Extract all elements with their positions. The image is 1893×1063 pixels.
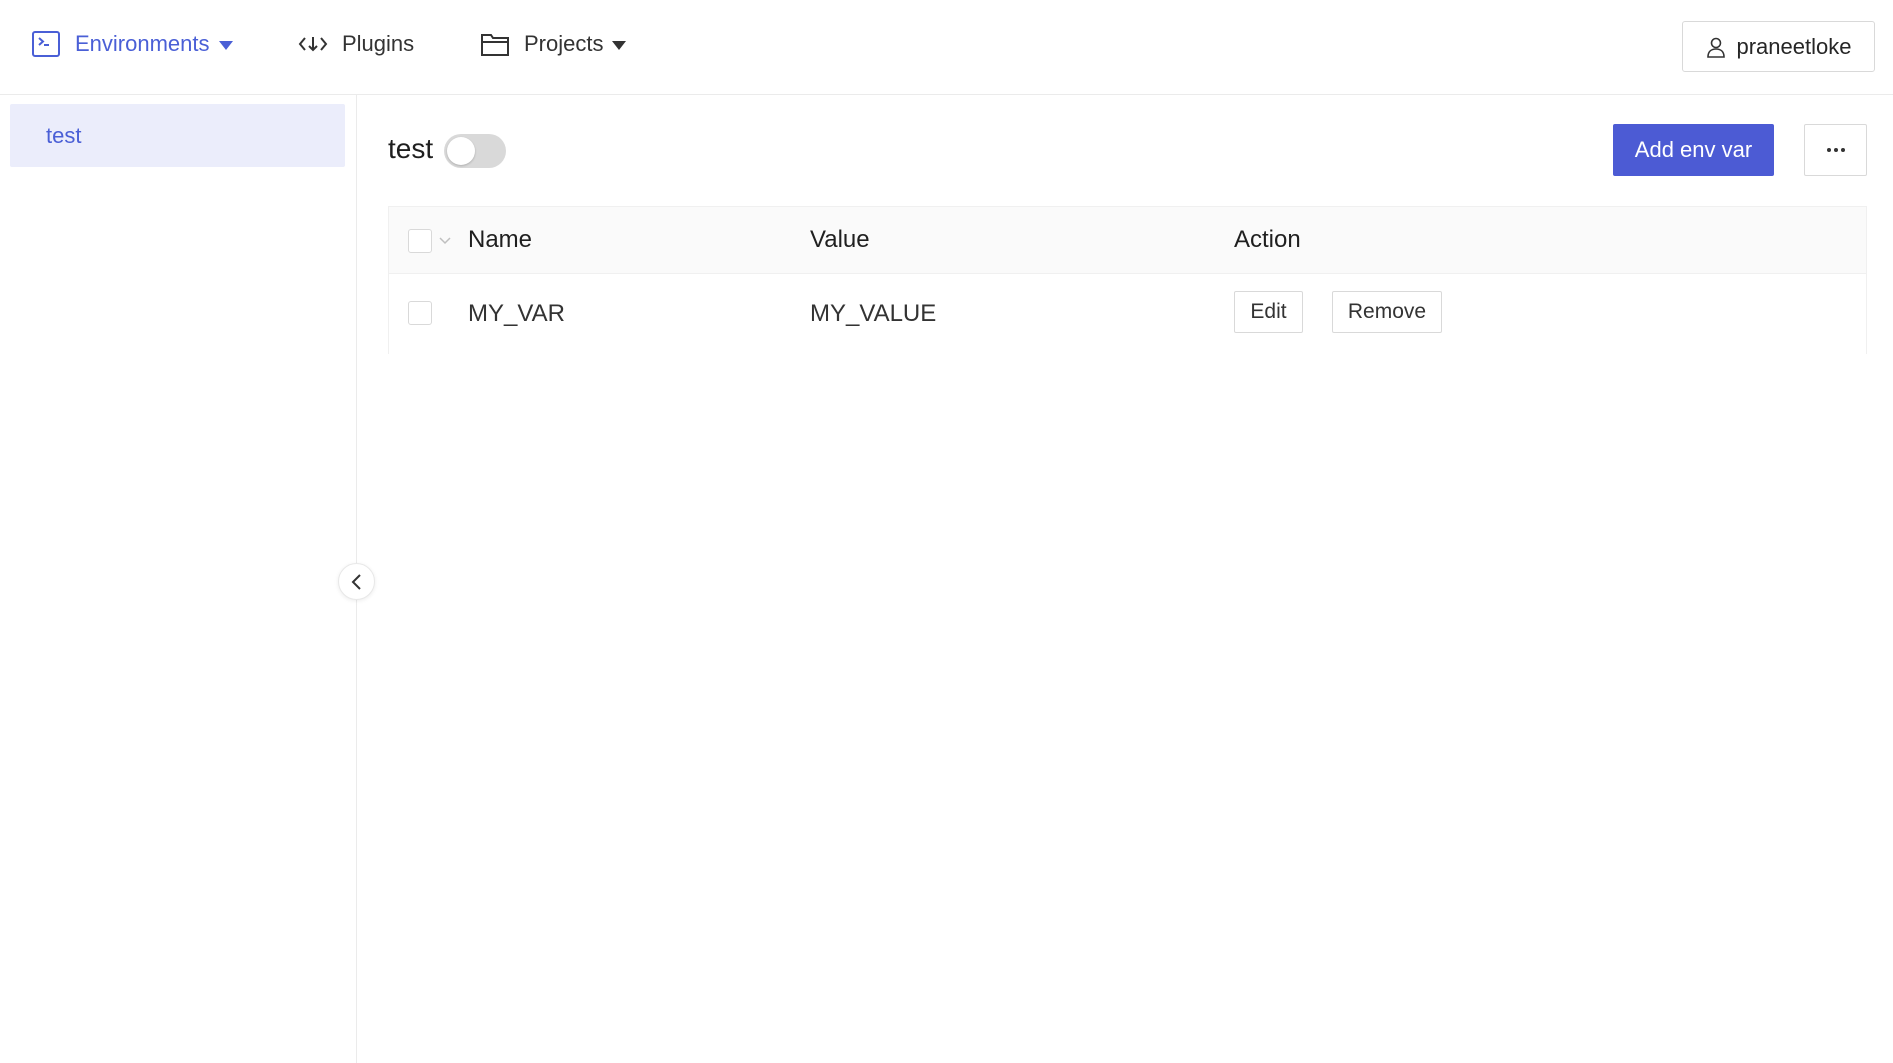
- environment-sidebar: test: [0, 95, 357, 1063]
- nav-plugins-label: Plugins: [342, 31, 415, 56]
- more-options-button[interactable]: [1804, 124, 1867, 176]
- username: praneetloke: [1736, 33, 1852, 59]
- remove-button[interactable]: Remove: [1332, 291, 1442, 333]
- terminal-icon: [31, 29, 61, 59]
- env-var-name: MY_VAR: [468, 300, 565, 327]
- nav-environments-label: Environments: [75, 31, 210, 56]
- sidebar-item-label: test: [46, 122, 82, 148]
- chevron-down-icon[interactable]: [439, 237, 451, 245]
- environment-title: test: [388, 133, 434, 164]
- user-menu-button[interactable]: praneetloke: [1682, 21, 1875, 72]
- environment-toggle[interactable]: [444, 134, 506, 168]
- table-row: MY_VAR MY_VALUE Edit Remove: [389, 274, 1866, 354]
- sidebar-item-test[interactable]: test: [10, 104, 345, 167]
- add-env-var-button[interactable]: Add env var: [1613, 124, 1774, 176]
- nav-environments[interactable]: Environments: [31, 26, 233, 62]
- collapse-sidebar-button[interactable]: [338, 563, 375, 600]
- edit-button[interactable]: Edit: [1234, 291, 1303, 333]
- column-header-name: Name: [468, 226, 533, 253]
- folder-icon: [480, 31, 510, 57]
- chevron-down-icon: [612, 41, 627, 50]
- chevron-left-icon: [351, 573, 361, 590]
- nav-plugins[interactable]: Plugins: [298, 26, 414, 62]
- nav-projects-label: Projects: [524, 31, 604, 56]
- toggle-knob: [447, 137, 475, 165]
- nav-projects[interactable]: Projects: [480, 26, 627, 62]
- table-header: Name Value Action: [389, 207, 1866, 274]
- row-checkbox[interactable]: [408, 301, 432, 325]
- ellipsis-icon: [1826, 148, 1845, 152]
- env-vars-table: Name Value Action MY_VAR MY_VALUE Edit R…: [388, 206, 1867, 354]
- env-var-value: MY_VALUE: [810, 300, 937, 327]
- select-all-checkbox[interactable]: [408, 229, 432, 253]
- code-download-icon: [298, 32, 328, 56]
- user-icon: [1706, 36, 1726, 58]
- column-header-value: Value: [810, 226, 870, 253]
- chevron-down-icon: [218, 41, 233, 50]
- column-header-action: Action: [1234, 226, 1301, 253]
- top-navbar: Environments Plugins Projects praneetlok…: [0, 0, 1893, 95]
